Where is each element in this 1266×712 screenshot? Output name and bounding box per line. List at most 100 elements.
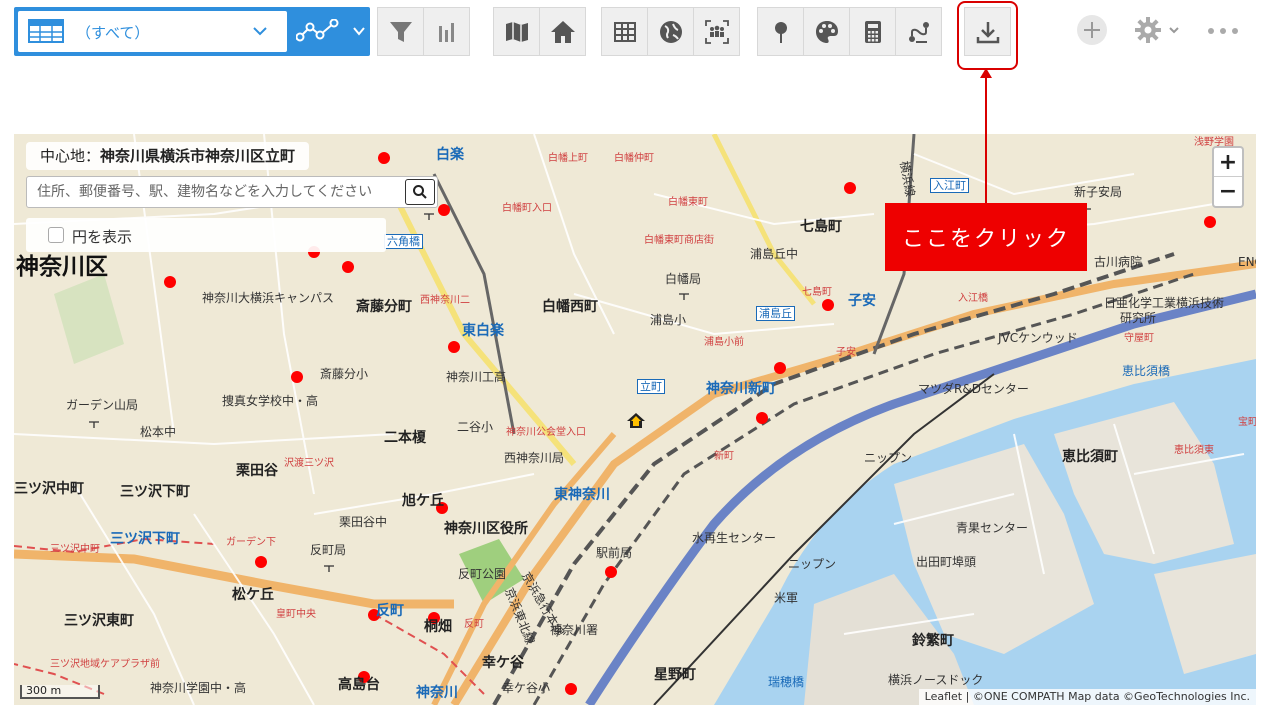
label-tanmachi-red: 反町 xyxy=(464,619,484,630)
label-garden2: ガーデン下 xyxy=(226,537,276,548)
grid-table-button[interactable] xyxy=(601,7,648,56)
label-tanmachi-park: 反町公園 xyxy=(458,567,507,581)
label-kanagawa-daiyoko: 神奈川大横浜キャンパス xyxy=(202,291,335,305)
label-north-dock: 横浜ノースドック xyxy=(888,673,984,687)
label-mitsuzawa-chu: 三ツ沢中町 xyxy=(50,544,100,555)
show-circle-checkbox[interactable] xyxy=(48,227,64,243)
station-tatemachi: 立町 xyxy=(637,379,665,394)
map-button[interactable] xyxy=(493,7,540,56)
home-button[interactable] xyxy=(539,7,586,56)
zoom-in-button[interactable]: + xyxy=(1214,148,1242,177)
label-shinkoyasu: 新子安局 xyxy=(1074,185,1123,199)
label-hakuba-kyoku: 白幡局 xyxy=(665,272,702,286)
label-urashimakomachi: 浦島小前 xyxy=(704,337,744,348)
palette-icon xyxy=(815,20,838,43)
label-saitobuncho: 斎藤分町 xyxy=(356,299,412,315)
chevron-down-icon xyxy=(253,27,267,36)
filter-button[interactable] xyxy=(377,7,424,56)
label-nanashimacho: 七島町 xyxy=(800,219,842,235)
label-kanagawa-kogo: 神奈川工高 xyxy=(446,370,507,384)
map-search-box xyxy=(26,176,438,208)
analysis-group xyxy=(601,7,740,56)
label-mitsuzawa-higashimachi: 三ツ沢東町 xyxy=(64,613,134,629)
label-nippun: ニップン xyxy=(864,451,913,465)
more-icon[interactable] xyxy=(1206,14,1240,46)
grid-table-icon xyxy=(613,21,636,42)
label-kozawa: 沢渡三ツ沢 xyxy=(284,458,334,469)
filter-icon xyxy=(389,21,412,42)
label-takara: 宝町 xyxy=(1238,417,1256,428)
label-furukawa-hosp: 古川病院 xyxy=(1094,255,1143,269)
label-eng: ENG xyxy=(1238,255,1256,269)
route-button[interactable] xyxy=(895,7,942,56)
label-mitsuzawa-shimomachi: 三ツ沢下町 xyxy=(120,484,190,500)
selector-label: （すべて） xyxy=(76,24,150,42)
label-hakuba-iriguchi: 白幡町入口 xyxy=(502,203,552,214)
station-koyasu: 子安 xyxy=(848,293,876,309)
calculator-button[interactable] xyxy=(849,7,896,56)
data-selector[interactable]: （すべて） xyxy=(14,7,370,56)
download-highlight xyxy=(957,1,1018,70)
line-chart-icon[interactable] xyxy=(296,19,340,45)
station-hakuraku: 白楽 xyxy=(436,147,464,163)
label-mazda: マツダR&Dセンター xyxy=(918,382,1029,396)
label-kokagaya-sho: 幸ケ谷小 xyxy=(502,681,551,695)
gear-icon[interactable] xyxy=(1134,14,1182,46)
search-button[interactable] xyxy=(405,179,435,205)
table-selector[interactable]: （すべて） xyxy=(18,11,287,52)
label-seika: 青果センター xyxy=(956,521,1029,535)
bar-chart-button[interactable] xyxy=(423,7,470,56)
label-hakuba-nakacho: 白幡仲町 xyxy=(614,153,654,164)
zoom-control: + − xyxy=(1212,146,1244,208)
label-nichia: 日亜化学工業横浜技術 xyxy=(1104,296,1225,310)
label-hakuba-kamicho: 白幡上町 xyxy=(548,153,588,164)
label-koyasu-red: 子安 xyxy=(836,347,856,358)
station-tanmachi: 反町 xyxy=(376,603,404,619)
label-kanagawa-ku: 神奈川区 xyxy=(16,254,108,280)
label-shinmachi: 新町 xyxy=(714,451,734,462)
label-kenkyusho: 研究所 xyxy=(1120,311,1157,325)
show-circle-label: 円を表示 xyxy=(72,228,133,246)
map-scale: 300 m xyxy=(20,685,100,699)
label-moriya: 守屋町 xyxy=(1124,333,1154,344)
label-kuritaya: 栗田谷 xyxy=(236,463,278,479)
arrow-icon xyxy=(980,68,992,204)
zoom-out-button[interactable]: − xyxy=(1214,177,1242,206)
label-ebisu-higashi: 恵比須東 xyxy=(1174,445,1214,456)
map-icon xyxy=(505,21,528,42)
map-center-label: 中心地：神奈川県横浜市神奈川区立町 xyxy=(26,142,310,170)
label-mitsuzawa-nakamachi: 三ツ沢中町 xyxy=(14,481,84,497)
label-saitobuncho-es: 斎藤分小 xyxy=(320,367,369,381)
label-kiribata: 桐畑 xyxy=(424,619,452,635)
people-button[interactable] xyxy=(693,7,740,56)
station-urashimaoka: 浦島丘 xyxy=(756,306,795,321)
show-circle-toggle[interactable]: 円を表示 xyxy=(26,218,386,252)
label-sankai: 三ツ沢地域ケアプラザ前 xyxy=(50,659,160,670)
label-suzushigecho: 鈴繁町 xyxy=(912,633,954,649)
station-rokkakubashi: 六角橋 xyxy=(384,234,423,249)
label-nippun2: ニップン xyxy=(788,557,837,571)
home-icon xyxy=(550,20,575,43)
map-attribution: Leaflet | ©ONE COMPATH Map data ©GeoTech… xyxy=(918,689,1256,705)
label-koganecho: 皇町中央 xyxy=(276,609,316,620)
label-jvc: JVCケンウッド xyxy=(998,331,1078,345)
globe-button[interactable] xyxy=(647,7,694,56)
calculator-icon xyxy=(864,20,881,43)
address-search-input[interactable] xyxy=(35,181,405,203)
label-idemachi: 出田町埠頭 xyxy=(916,555,977,569)
label-irie: 入江橋 xyxy=(958,293,988,304)
station-irie-cho: 入江町 xyxy=(930,178,969,193)
palette-button[interactable] xyxy=(803,7,850,56)
chevron-down-icon[interactable] xyxy=(352,26,366,36)
people-icon xyxy=(704,19,729,44)
label-nanashima-red: 七島町 xyxy=(802,287,832,298)
plus-icon[interactable] xyxy=(1076,14,1108,46)
pin-button[interactable] xyxy=(757,7,804,56)
label-tanmachi-kyoku: 反町局 xyxy=(310,543,347,557)
route-icon xyxy=(908,21,929,43)
label-nichome: 二本榎 xyxy=(384,430,426,446)
label-hoshinomachi: 星野町 xyxy=(654,667,696,683)
label-beigun: 米軍 xyxy=(774,591,799,605)
center-label-prefix: 中心地： xyxy=(40,147,101,165)
label-mizusaisei: 水再生センター xyxy=(692,531,777,545)
